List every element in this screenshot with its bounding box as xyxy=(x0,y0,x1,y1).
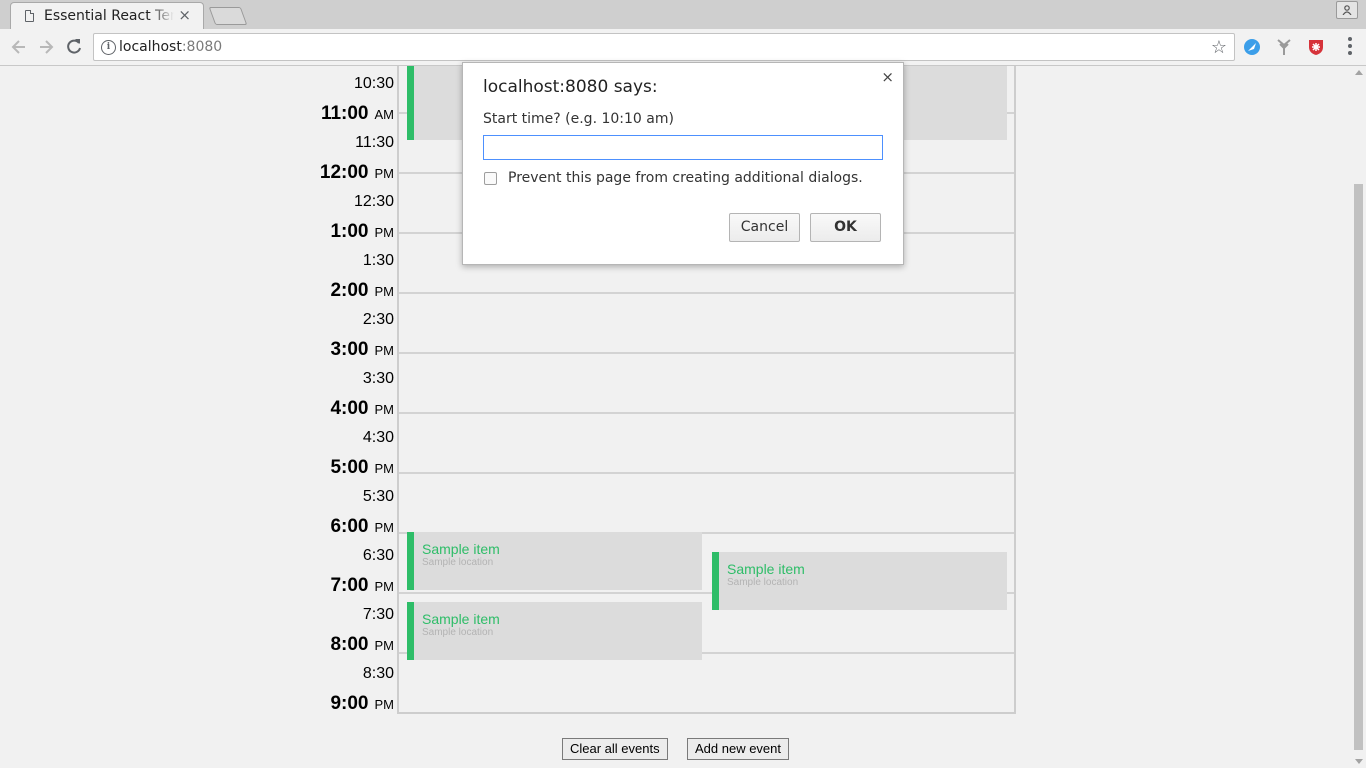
browser-menu-icon[interactable] xyxy=(1348,37,1352,57)
document-icon xyxy=(25,10,34,22)
extension-react-icon[interactable] xyxy=(1243,38,1261,56)
time-label: 2:30 xyxy=(362,311,394,328)
hour-line xyxy=(399,472,1014,474)
hour-line xyxy=(399,352,1014,354)
time-label: 5:30 xyxy=(362,488,394,505)
time-label: 7:30 xyxy=(362,606,394,623)
start-time-input[interactable] xyxy=(483,135,883,160)
time-label: 8:30 xyxy=(362,665,394,682)
time-label: 11:00 AM xyxy=(321,99,394,129)
hour-text: 12:00 xyxy=(319,161,369,183)
time-label: 12:30 xyxy=(353,193,394,210)
profile-button[interactable] xyxy=(1336,1,1358,19)
time-label: 8:00 PM xyxy=(330,630,394,660)
time-label: 6:00 PM xyxy=(330,512,394,542)
extension-shield-icon[interactable] xyxy=(1307,38,1325,56)
add-new-event-button[interactable]: Add new event xyxy=(687,738,790,760)
clear-all-events-button[interactable]: Clear all events xyxy=(562,738,668,760)
bookmark-star-icon[interactable]: ☆ xyxy=(1211,37,1227,58)
calendar-event[interactable]: Sample item Sample location xyxy=(407,602,702,660)
dialog-close-icon[interactable]: × xyxy=(881,68,894,86)
event-location: Sample location xyxy=(727,577,799,588)
hour-text: 11:00 xyxy=(320,102,369,124)
event-title: Sample item xyxy=(422,611,500,627)
scroll-down-arrow-icon[interactable] xyxy=(1355,759,1363,764)
calendar-event[interactable]: Sample item Sample location xyxy=(712,552,1007,610)
time-label: 11:30 xyxy=(355,134,394,151)
event-title: Sample item xyxy=(422,541,500,557)
hour-text: 7:00 xyxy=(330,574,369,596)
scroll-up-arrow-icon[interactable] xyxy=(1355,70,1363,75)
time-label: 10:30 xyxy=(353,75,394,92)
ampm-text: PM xyxy=(374,519,395,535)
time-label: 12:00 PM xyxy=(320,158,394,188)
hour-text: 6:00 xyxy=(330,515,369,537)
hour-text: 5:00 xyxy=(330,456,369,478)
hour-text: 8:00 xyxy=(330,633,369,655)
time-label: 4:30 xyxy=(362,429,394,446)
time-label: 4:00 PM xyxy=(330,394,394,424)
ampm-text: PM xyxy=(374,578,395,594)
tab-title: Essential React Template xyxy=(44,8,174,24)
ampm-text: PM xyxy=(374,165,395,181)
hour-text: 4:00 xyxy=(330,397,369,419)
ampm-text: PM xyxy=(374,460,395,476)
tab-active[interactable]: Essential React Template × xyxy=(10,2,204,29)
dialog-title: localhost:8080 says: xyxy=(483,77,658,97)
hour-line xyxy=(399,292,1014,294)
hour-text: 9:00 xyxy=(330,692,369,714)
url-text: localhost:8080 xyxy=(119,39,223,55)
time-label: 7:00 PM xyxy=(330,571,394,601)
ampm-text: PM xyxy=(374,283,395,299)
ampm-text: PM xyxy=(374,342,395,358)
time-label: 1:00 PM xyxy=(330,217,394,247)
time-label: 3:00 PM xyxy=(330,335,394,365)
new-tab-button[interactable] xyxy=(208,7,248,25)
event-location: Sample location xyxy=(422,627,494,638)
ampm-text: PM xyxy=(374,401,395,417)
page-scrollbar[interactable] xyxy=(1351,66,1366,768)
cancel-button[interactable]: Cancel xyxy=(729,213,800,242)
arrow-left-icon xyxy=(11,40,25,54)
time-label: 1:30 xyxy=(362,252,394,269)
ampm-text: AM xyxy=(374,106,395,122)
time-label: 3:30 xyxy=(362,370,394,387)
reload-icon xyxy=(67,39,81,54)
back-button[interactable] xyxy=(9,37,29,57)
hour-text: 3:00 xyxy=(330,338,369,360)
time-label: 6:30 xyxy=(362,547,394,564)
dialog-message: Start time? (e.g. 10:10 am) xyxy=(483,111,674,127)
ampm-text: PM xyxy=(374,696,395,712)
browser-toolbar: i localhost:8080 ☆ xyxy=(0,29,1366,66)
address-bar[interactable]: i localhost:8080 ☆ xyxy=(93,33,1235,61)
person-icon xyxy=(1342,5,1352,15)
info-icon[interactable]: i xyxy=(101,40,116,55)
arrow-right-icon xyxy=(40,40,54,54)
prevent-dialogs-checkbox[interactable] xyxy=(484,172,497,185)
prevent-dialogs-label[interactable]: Prevent this page from creating addition… xyxy=(508,170,863,186)
ampm-text: PM xyxy=(374,224,395,240)
time-label: 9:00 PM xyxy=(330,689,394,719)
tab-close-icon[interactable]: × xyxy=(178,6,191,24)
time-label: 5:00 PM xyxy=(330,453,394,483)
hour-line xyxy=(399,412,1014,414)
hour-text: 1:00 xyxy=(330,220,369,242)
forward-button[interactable] xyxy=(36,37,56,57)
calendar-event[interactable]: Sample item Sample location xyxy=(407,532,702,590)
tab-strip: Essential React Template × xyxy=(0,0,1366,29)
extension-antenna-icon[interactable] xyxy=(1275,38,1293,56)
scrollbar-thumb[interactable] xyxy=(1354,184,1363,750)
ampm-text: PM xyxy=(374,637,395,653)
time-label: 2:00 PM xyxy=(330,276,394,306)
ok-button[interactable]: OK xyxy=(810,213,881,242)
event-title: Sample item xyxy=(727,561,805,577)
reload-button[interactable] xyxy=(64,37,84,57)
time-axis: 10:30 11:00 AM 11:30 12:00 PM 12:30 1:00 PM 1:30 2… xyxy=(300,66,398,726)
hour-text: 2:00 xyxy=(330,279,369,301)
event-location: Sample location xyxy=(422,557,494,568)
prompt-dialog: × localhost:8080 says: Start time? (e.g.… xyxy=(462,62,904,265)
